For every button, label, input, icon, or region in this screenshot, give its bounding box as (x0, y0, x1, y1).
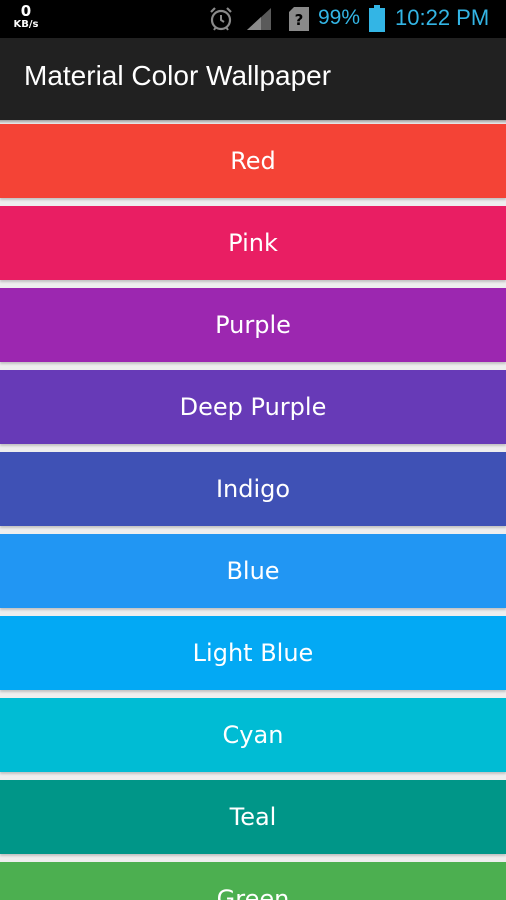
app-title: Material Color Wallpaper (24, 60, 332, 91)
signal-icon (247, 8, 271, 30)
color-item-teal[interactable]: Teal (0, 780, 506, 854)
clock: 10:22 PM (395, 5, 490, 30)
status-bar: 0 KB/s ? 99% 10:22 PM (0, 0, 506, 38)
color-label: Cyan (222, 721, 284, 749)
svg-text:?: ? (295, 11, 304, 29)
color-label: Purple (215, 311, 291, 339)
color-label: Indigo (215, 475, 291, 503)
data-rate-indicator: 0 KB/s (10, 4, 42, 30)
color-label: Red (230, 147, 276, 175)
battery-icon (369, 5, 385, 32)
color-label: Pink (228, 229, 278, 257)
color-list: Red Pink Purple Deep Purple Indigo Blue … (0, 124, 506, 900)
color-item-light-blue[interactable]: Light Blue (0, 616, 506, 690)
alarm-icon (210, 7, 232, 31)
color-label: Green (216, 885, 290, 900)
color-item-deep-purple[interactable]: Deep Purple (0, 370, 506, 444)
color-item-indigo[interactable]: Indigo (0, 452, 506, 526)
data-rate-value: 0 (20, 2, 32, 20)
battery-percent: 99% (318, 6, 361, 29)
color-item-purple[interactable]: Purple (0, 288, 506, 362)
color-item-red[interactable]: Red (0, 124, 506, 198)
color-label: Deep Purple (179, 393, 327, 421)
color-label: Light Blue (192, 639, 314, 667)
no-sim-icon: ? (289, 7, 309, 31)
data-rate-unit: KB/s (13, 19, 39, 30)
color-item-cyan[interactable]: Cyan (0, 698, 506, 772)
color-item-pink[interactable]: Pink (0, 206, 506, 280)
color-item-blue[interactable]: Blue (0, 534, 506, 608)
color-label: Blue (226, 557, 280, 585)
color-item-green[interactable]: Green (0, 862, 506, 900)
color-label: Teal (229, 803, 277, 831)
app-bar: Material Color Wallpaper (0, 38, 506, 120)
